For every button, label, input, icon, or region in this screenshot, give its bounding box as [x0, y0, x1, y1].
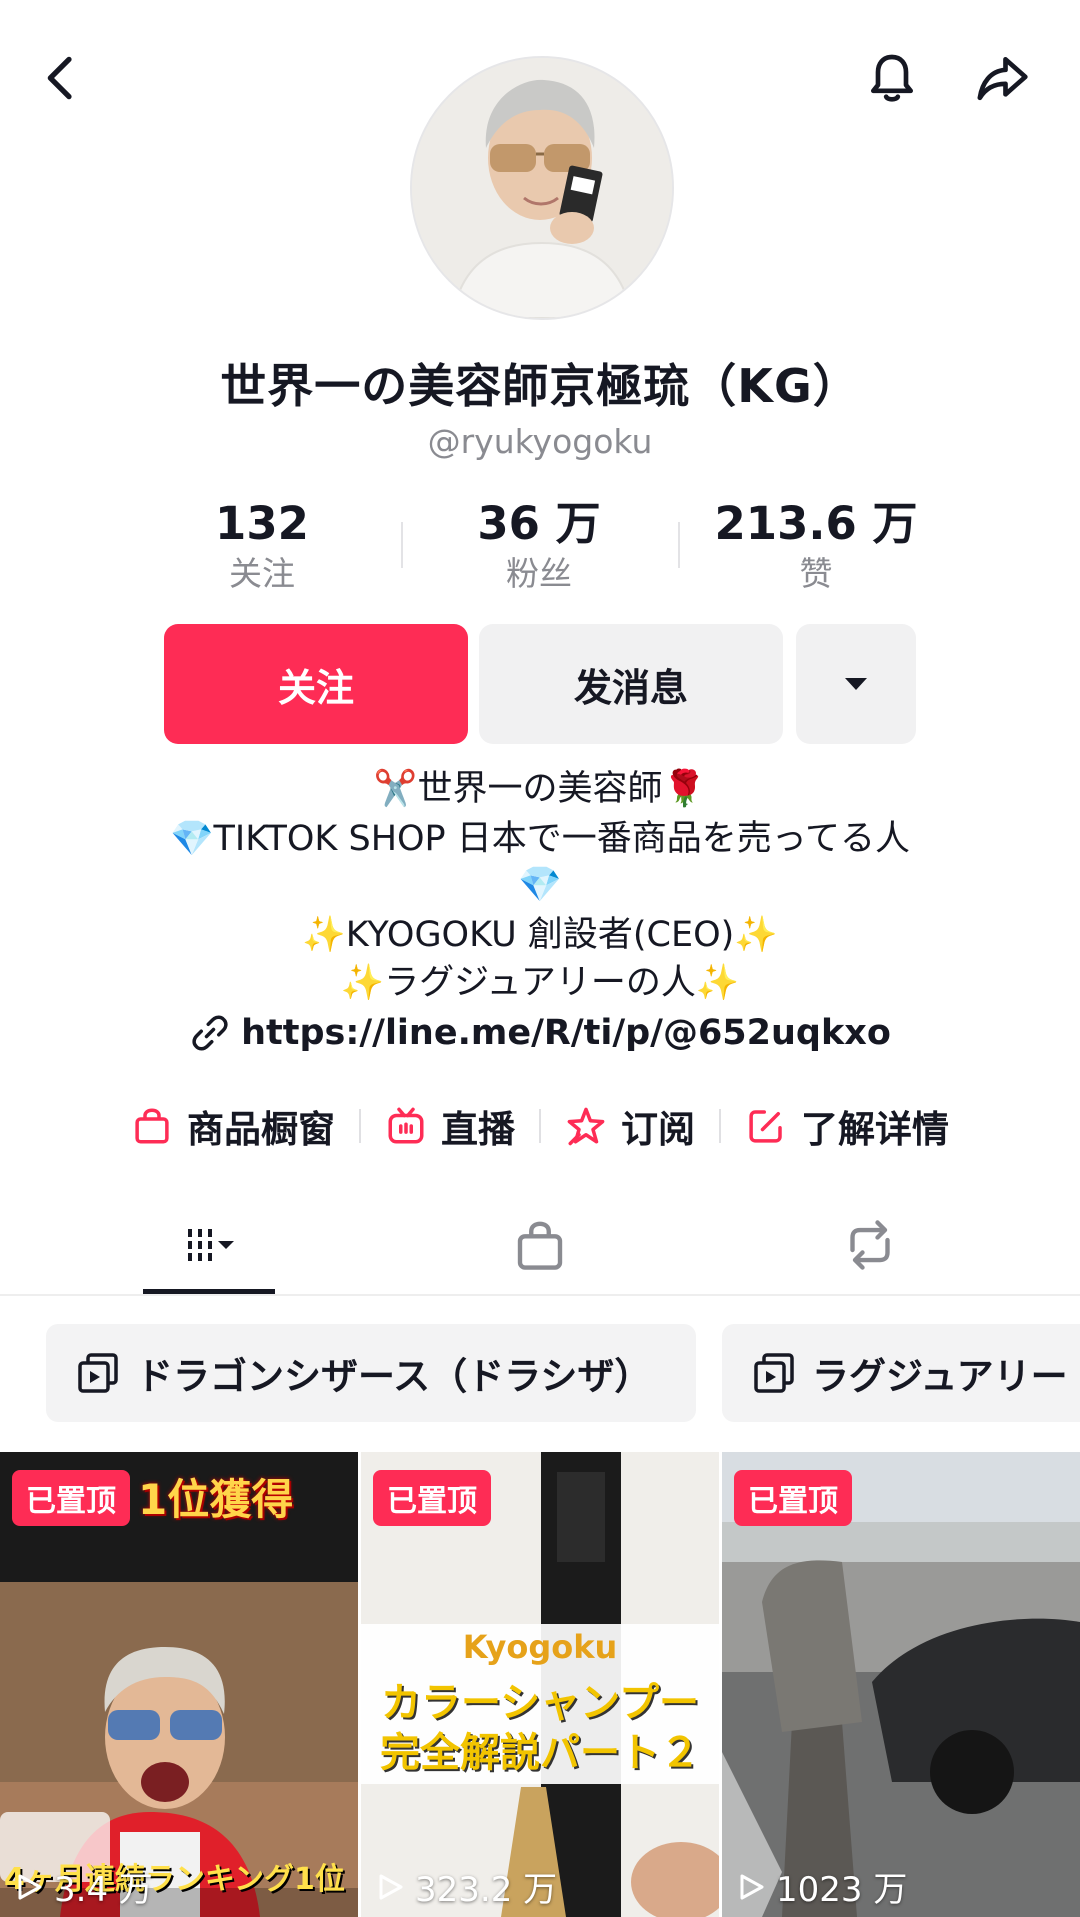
view-count-text: 1023 万 [776, 1870, 908, 1910]
tab-divider [0, 1294, 1080, 1296]
link-icon [192, 1015, 228, 1051]
playlist-icon [754, 1353, 794, 1393]
pinned-badge: 已置顶 [12, 1470, 130, 1526]
action-label: 了解详情 [801, 1108, 949, 1151]
bio-line: ✨KYOGOKU 創設者(CEO)✨ [302, 915, 778, 955]
view-count: 1023 万 [736, 1862, 907, 1911]
follow-button[interactable]: 关注 [164, 624, 468, 744]
following-label: 关注 [229, 554, 295, 593]
likes-label: 赞 [799, 554, 833, 593]
action-live[interactable]: 直播 [385, 1099, 515, 1153]
action-label: 直播 [441, 1108, 515, 1151]
stat-followers[interactable]: 36 万 粉丝 [419, 496, 659, 596]
likes-count: 213.6 万 [714, 497, 918, 550]
action-details[interactable]: 了解详情 [745, 1099, 949, 1153]
edit-info-icon [749, 1110, 782, 1143]
stat-divider [401, 522, 403, 568]
avatar-portrait [412, 58, 672, 318]
action-label: 订阅 [621, 1108, 695, 1151]
action-subscribe[interactable]: 订阅 [565, 1099, 695, 1153]
profile-actions: 商品橱窗 直播 订阅 了解详情 [0, 1096, 1080, 1156]
bio-line: 💎 [518, 865, 562, 905]
playlist-label: ドラゴンシザース（ドラシザ） [136, 1355, 652, 1398]
followers-label: 粉丝 [506, 554, 572, 593]
display-name: 世界一の美容師京極琉（KG） [220, 359, 860, 413]
playlist-icon [78, 1353, 118, 1393]
action-showcase[interactable]: 商品橱窗 [131, 1099, 335, 1153]
playlist-chip[interactable]: ラグジュアリー [722, 1324, 1080, 1422]
bio-link[interactable]: https://line.me/R/ti/p/@652uqkxo [0, 1012, 1080, 1054]
bell-icon [871, 54, 913, 102]
pinned-badge: 已置顶 [373, 1470, 491, 1526]
view-count: 3.4 万 [14, 1862, 153, 1911]
followers-count: 36 万 [477, 497, 601, 550]
video-brand-overlay: Kyogoku [462, 1628, 618, 1666]
view-count-text: 323.2 万 [415, 1870, 558, 1910]
caret-down-icon [845, 678, 867, 690]
share-button[interactable] [960, 36, 1044, 120]
tab-videos[interactable] [150, 1200, 270, 1290]
play-icon [379, 1874, 403, 1899]
stat-following[interactable]: 132 关注 [142, 496, 382, 596]
bio-line: 💎TIKTOK SHOP 日本で一番商品を売ってる人 [169, 819, 911, 859]
playlist-chip[interactable]: ドラゴンシザース（ドラシザ） [46, 1324, 696, 1422]
repost-icon [850, 1220, 890, 1270]
more-options-button[interactable] [796, 624, 916, 744]
subscribe-star-icon [567, 1107, 605, 1146]
action-divider [359, 1109, 361, 1143]
view-count-text: 3.4 万 [54, 1870, 153, 1910]
pinned-badge: 已置顶 [734, 1470, 852, 1526]
action-label: 商品橱窗 [187, 1108, 335, 1151]
action-divider [719, 1109, 721, 1143]
following-count: 132 [215, 497, 309, 550]
video-thumbnail[interactable]: Kyogoku カラーシャンプー 完全解説パート２ 已置顶 323.2 万 [361, 1452, 719, 1917]
video-title-overlay: 1位獲得 [138, 1475, 294, 1524]
bag-icon [517, 1221, 563, 1270]
shopping-bag-icon [135, 1108, 169, 1144]
play-icon [18, 1874, 42, 1899]
video-thumbnail[interactable]: 1位獲得 4ヶ月連続ランキング1位 已置顶 3.4 万 [0, 1452, 358, 1917]
share-arrow-icon [977, 57, 1028, 101]
back-button[interactable] [20, 36, 104, 120]
view-count: 323.2 万 [375, 1862, 557, 1911]
bio-line: ✂️世界一の美容師🌹 [373, 769, 707, 809]
message-button[interactable]: 发消息 [479, 624, 783, 744]
play-icon [740, 1874, 764, 1899]
back-arrow-icon [47, 56, 72, 100]
tab-shop[interactable] [480, 1200, 600, 1290]
notification-button[interactable] [850, 36, 934, 120]
bio-link-text: https://line.me/R/ti/p/@652uqkxo [241, 1013, 891, 1053]
grid-icon [188, 1229, 234, 1261]
live-tv-icon [388, 1107, 424, 1144]
bio-line: ✨ラグジュアリーの人✨ [340, 963, 740, 1003]
tab-reposts[interactable] [810, 1200, 930, 1290]
stat-likes[interactable]: 213.6 万 赞 [696, 496, 936, 596]
video-thumbnail[interactable]: 已置顶 1023 万 [722, 1452, 1080, 1917]
video-title-overlay: 完全解説パート２ [380, 1730, 700, 1776]
action-divider [539, 1109, 541, 1143]
username-handle: @ryukyogoku [427, 422, 653, 461]
stat-divider [678, 522, 680, 568]
avatar[interactable] [410, 56, 674, 320]
playlist-label: ラグジュアリー [812, 1355, 1068, 1398]
